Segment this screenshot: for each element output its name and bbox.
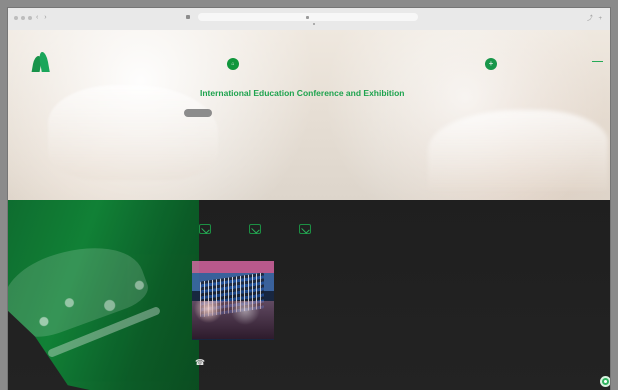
feature-item-workshops [249, 224, 268, 234]
add-button[interactable]: + [485, 58, 497, 70]
home-button[interactable]: ⌂ [227, 58, 239, 70]
hero-button[interactable] [184, 109, 212, 117]
loading-indicator-icon [313, 23, 315, 25]
browser-navigation-icons[interactable]: ‹ › [36, 14, 49, 21]
address-bar[interactable] [198, 13, 418, 21]
event-photo [192, 261, 274, 340]
presentation-icon [199, 224, 211, 234]
feature-item-conference-sessions [199, 224, 218, 234]
exhibition-icon [299, 224, 311, 234]
feature-item-exhibition [299, 224, 318, 234]
language-underline [592, 61, 603, 62]
hero-section: ⌂ + International Education Conference a… [8, 30, 610, 200]
plus-icon: + [488, 59, 494, 68]
tab-indicator-icon[interactable] [186, 15, 190, 19]
phone-icon: ☎ [195, 358, 205, 367]
about-section: ☎ [8, 200, 610, 390]
minimize-icon[interactable] [21, 16, 25, 20]
main-navigation: ⌂ + [227, 58, 497, 70]
hero-title: International Education Conference and E… [200, 88, 405, 98]
contact-row: ☎ [195, 359, 211, 367]
home-icon: ⌂ [231, 61, 235, 67]
browser-actions-icons[interactable]: ⤴ + [587, 13, 604, 22]
close-icon[interactable] [14, 16, 18, 20]
workshop-icon [249, 224, 261, 234]
browser-chrome: ‹ › ⤴ + [8, 8, 610, 31]
maximize-icon[interactable] [28, 16, 32, 20]
lock-icon [305, 15, 309, 19]
header-actions [563, 60, 603, 67]
about-text-block [279, 264, 459, 270]
chat-icon[interactable] [600, 376, 610, 387]
browser-window: ‹ › ⤴ + ⌂ + International Education Conf… [8, 8, 610, 390]
site-logo[interactable] [14, 50, 70, 94]
feature-list [199, 223, 459, 235]
hero-content: International Education Conference and E… [184, 88, 474, 117]
window-controls [14, 16, 32, 20]
logo-mark-icon [31, 50, 50, 72]
